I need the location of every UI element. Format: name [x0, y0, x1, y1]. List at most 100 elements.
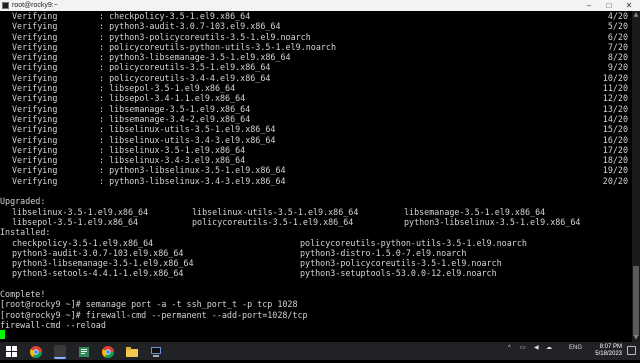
package-name: policycoreutils-3.5-1.el9.x86_64: [192, 216, 354, 227]
verify-line: Verifying : libsepol-3.5-1.el9.x86_64 11/2…: [0, 83, 632, 93]
package-name: python3-libselinux-3.5-1.el9.x86_64: [404, 216, 581, 227]
verify-package: : libselinux-3.5-1.el9.x86_64: [99, 144, 246, 155]
terminal-icon[interactable]: [54, 345, 66, 359]
chrome-icon[interactable]: [29, 345, 42, 359]
verify-count: 11/20: [602, 83, 628, 94]
prompt-line[interactable]: [0, 330, 632, 340]
package-name: libselinux-utils-3.5-1.el9.x86_64: [192, 206, 359, 217]
verify-action: Verifying: [12, 144, 58, 155]
chrome-icon[interactable]: [101, 345, 114, 359]
verify-action: Verifying: [12, 21, 58, 32]
installed-list: checkpolicy-3.5-1.el9.x86_64 policycoreut…: [0, 238, 632, 279]
maximize-button[interactable]: □: [600, 0, 618, 11]
installed-row: python3-setools-4.4.1-1.el9.x86_64 python…: [0, 268, 632, 278]
verify-count: 18/20: [602, 155, 628, 166]
verify-line: Verifying : libsemanage-3.5-1.el9.x86_64 1…: [0, 104, 632, 114]
installed-heading: Installed:: [0, 227, 51, 238]
verify-count: 20/20: [602, 175, 628, 186]
language-indicator[interactable]: ENG: [569, 345, 582, 351]
verify-line: Verifying: policycoreutils-3.4-4.el9.x86…: [0, 73, 632, 83]
verify-action: Verifying: [12, 83, 58, 94]
folder-icon[interactable]: [126, 345, 138, 357]
verify-package: : checkpolicy-3.5-1.el9.x86_64: [99, 11, 251, 21]
verify-count: 13/20: [602, 103, 628, 114]
verify-action: Verifying: [12, 155, 58, 166]
verify-package: : python3-libselinux-3.4-3.el9.x86_64: [99, 175, 286, 186]
verify-count: 12/20: [602, 93, 628, 104]
installed-row: python3-audit-3.0.7-103.el9.x86_64 python…: [0, 248, 632, 258]
text-cursor: [0, 330, 5, 340]
verify-line: Verifying : libselinux-3.5-1.el9.x86_64 17…: [0, 145, 632, 155]
verify-line: Verifying : libsepol-3.4-1.1.el9.x86_64 12…: [0, 93, 632, 103]
verify-line: Verifying: python3-policycoreutils-3.5-1…: [0, 32, 632, 42]
verify-count: 10/20: [602, 72, 628, 83]
minimize-button[interactable]: –: [580, 0, 598, 11]
verify-package: : libsemanage-3.5-1.el9.x86_64: [99, 103, 251, 114]
verify-count: 7/20: [607, 41, 628, 52]
upgraded-list: libselinux-3.5-1.el9.x86_64 libselinux-ut…: [0, 207, 632, 228]
window-titlebar[interactable]: root@rocky9:~ – □ ✕: [0, 0, 640, 11]
verify-package: : python3-libsemanage-3.5-1.el9.x86_64: [99, 52, 291, 63]
verify-package: : libsepol-3.4-1.1.el9.x86_64: [99, 93, 246, 104]
verify-action: Verifying: [12, 93, 58, 104]
verify-line: Verifying: libsemanage-3.4-2.el9.x86_64 1…: [0, 114, 632, 124]
putty-icon[interactable]: [150, 345, 162, 357]
verify-count: 15/20: [602, 124, 628, 135]
scrollbar-thumb[interactable]: [633, 266, 639, 336]
verify-line: Verifying: libselinux-utils-3.4-3.el9.x8…: [0, 135, 632, 145]
verify-action: Verifying: [12, 103, 58, 114]
onedrive-icon[interactable]: ☁: [546, 345, 552, 351]
package-name: checkpolicy-3.5-1.el9.x86_64: [12, 237, 154, 248]
verify-count: 17/20: [602, 144, 628, 155]
verify-line: Verifying: python3-audit-3.0.7-103.el9.x…: [0, 21, 632, 31]
windows-start-icon[interactable]: [6, 345, 18, 357]
package-name: python3-setools-4.4.1-1.el9.x86_64: [12, 268, 184, 279]
verify-action: Verifying: [12, 41, 58, 52]
verify-line: Verifying : policycoreutils-python-utils-…: [0, 42, 632, 52]
window-title: root@rocky9:~: [12, 2, 58, 9]
verify-action: Verifying: [12, 11, 58, 21]
scroll-up-icon[interactable]: ▲: [632, 11, 640, 19]
package-name: python3-libsemanage-3.5-1.el9.x86_64: [12, 258, 194, 269]
verify-line: Verifying : policycoreutils-3.5-1.el9.x86…: [0, 62, 632, 72]
verify-package: : python3-libselinux-3.5-1.el9.x86_64: [99, 165, 286, 176]
verify-action: Verifying: [12, 62, 58, 73]
verify-action: Verifying: [12, 175, 58, 186]
verify-line: Verifying: python3-libselinux-3.5-1.el9.…: [0, 165, 632, 175]
clock-date: 5/18/2023: [595, 351, 622, 357]
network-icon[interactable]: ▭: [520, 345, 526, 351]
verify-line: Verifying: libselinux-3.4-3.el9.x86_64 18…: [0, 155, 632, 165]
scroll-down-icon[interactable]: ▼: [632, 334, 640, 342]
verify-count: 6/20: [607, 31, 628, 42]
terminal-output[interactable]: Verifying: checkpolicy-3.5-1.el9.x86_64 4…: [0, 11, 632, 342]
verifying-block: Verifying: checkpolicy-3.5-1.el9.x86_64 4…: [0, 11, 632, 186]
terminal-scrollbar[interactable]: ▲ ▼: [632, 11, 640, 342]
notepad-icon[interactable]: [78, 345, 90, 357]
package-name: python3-audit-3.0.7-103.el9.x86_64: [12, 247, 184, 258]
installed-row: python3-libsemanage-3.5-1.el9.x86_64 pyth…: [0, 258, 632, 268]
verify-line: Verifying: checkpolicy-3.5-1.el9.x86_64 4…: [0, 11, 632, 21]
verify-package: : policycoreutils-python-utils-3.5-1.el9…: [99, 41, 336, 52]
package-name: policycoreutils-python-utils-3.5-1.el9.n…: [300, 237, 527, 248]
tray-overflow-icon[interactable]: ^: [508, 345, 511, 351]
verify-action: Verifying: [12, 113, 58, 124]
verify-package: : libsepol-3.5-1.el9.x86_64: [99, 83, 236, 94]
command-line: [root@rocky9 ~]# firewall-cmd --permanen…: [0, 309, 308, 320]
upgraded-row: libselinux-3.5-1.el9.x86_64 libselinux-ut…: [0, 207, 632, 217]
package-name: python3-policycoreutils-3.5-1.el9.noarch: [300, 258, 502, 269]
volume-icon[interactable]: ◀: [534, 345, 539, 351]
notification-icon[interactable]: [627, 346, 636, 355]
verify-count: 19/20: [602, 165, 628, 176]
taskbar-clock[interactable]: 8:07 PM 5/18/2023: [595, 344, 622, 358]
command-line: [root@rocky9 ~]# semanage port -a -t ssh…: [0, 299, 298, 310]
verify-package: : policycoreutils-3.5-1.el9.x86_64: [99, 62, 271, 73]
package-name: libsemanage-3.5-1.el9.x86_64: [404, 206, 546, 217]
verify-action: Verifying: [12, 72, 58, 83]
terminal-app-icon: [2, 2, 9, 9]
verify-line: Verifying: python3-libsemanage-3.5-1.el9…: [0, 52, 632, 62]
verify-count: 9/20: [607, 62, 628, 73]
close-button[interactable]: ✕: [620, 0, 638, 11]
windows-taskbar: ^ ▭ ◀ ☁ ENG 8:07 PM 5/18/2023: [0, 342, 640, 360]
